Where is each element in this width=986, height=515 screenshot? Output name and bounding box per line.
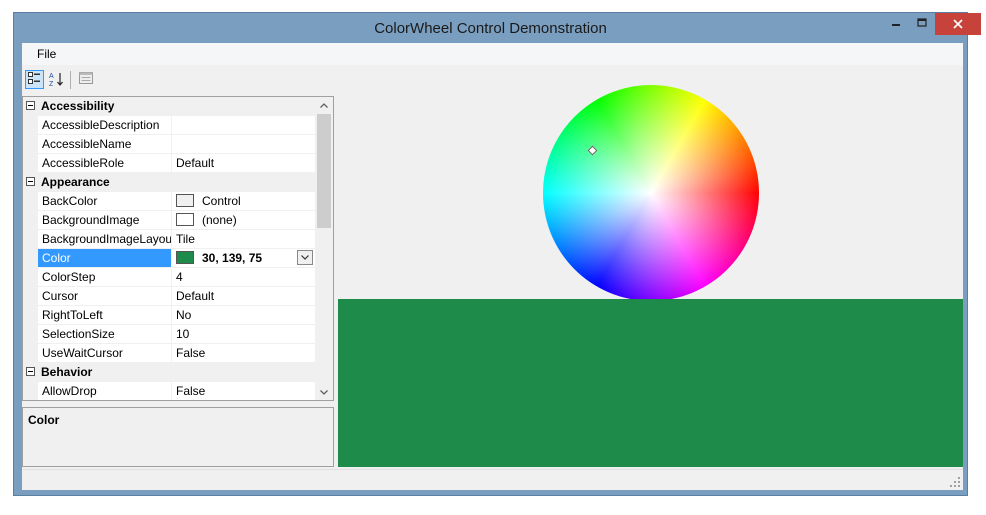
back-color-swatch	[176, 194, 194, 208]
property-name: SelectionSize	[23, 325, 171, 343]
color-dropdown-button[interactable]	[297, 250, 313, 265]
app-window: ColorWheel Control Demonstration File A …	[13, 12, 981, 496]
property-name: AccessibleDescription	[23, 116, 171, 134]
property-name: RightToLeft	[23, 306, 171, 324]
categorized-button[interactable]	[25, 70, 44, 89]
property-grid: Accessibility AccessibleDescription Acce…	[22, 96, 334, 401]
client-area: File A Z Accessibility AccessibleDescrip…	[22, 43, 963, 490]
alphabetical-button[interactable]: A Z	[46, 70, 65, 89]
property-value[interactable]: Default	[171, 154, 315, 172]
minimize-button[interactable]	[883, 13, 909, 35]
property-value[interactable]: Tile	[171, 230, 315, 248]
maximize-button[interactable]	[909, 13, 935, 35]
property-row-allow-drop[interactable]: AllowDrop False	[23, 382, 315, 400]
property-value: (none)	[202, 213, 237, 227]
close-icon	[953, 16, 963, 32]
close-button[interactable]	[935, 13, 981, 35]
minimize-icon	[891, 17, 901, 31]
property-value: Control	[202, 194, 241, 208]
category-behavior[interactable]: Behavior	[23, 363, 315, 382]
scroll-up-arrow-icon[interactable]	[315, 97, 333, 113]
menu-file[interactable]: File	[37, 47, 56, 61]
property-value[interactable]	[171, 135, 315, 153]
property-row-accessible-role[interactable]: AccessibleRole Default	[23, 154, 315, 173]
color-wheel[interactable]	[543, 85, 759, 301]
property-row-background-image[interactable]: BackgroundImage (none)	[23, 211, 315, 230]
sort-alphabetical-icon: A Z	[48, 71, 64, 88]
property-row-cursor[interactable]: Cursor Default	[23, 287, 315, 306]
color-swatch	[176, 251, 194, 265]
property-pages-button[interactable]	[76, 70, 95, 89]
color-preview-panel	[338, 299, 963, 467]
svg-text:Z: Z	[49, 81, 54, 87]
category-appearance[interactable]: Appearance	[23, 173, 315, 192]
property-name: UseWaitCursor	[23, 344, 171, 362]
property-name: Cursor	[23, 287, 171, 305]
property-value-container[interactable]: (none)	[171, 211, 315, 229]
property-list: Accessibility AccessibleDescription Acce…	[23, 97, 315, 400]
property-name: AllowDrop	[23, 382, 171, 400]
status-bar	[22, 469, 963, 490]
property-grid-toolbar: A Z	[22, 67, 334, 93]
property-name: BackgroundImage	[23, 211, 171, 229]
property-row-background-image-layout[interactable]: BackgroundImageLayout Tile	[23, 230, 315, 249]
property-value[interactable]: False	[171, 382, 315, 400]
category-label: Accessibility	[41, 99, 115, 113]
collapse-icon[interactable]	[26, 177, 35, 186]
property-row-selection-size[interactable]: SelectionSize 10	[23, 325, 315, 344]
category-label: Appearance	[41, 175, 110, 189]
maximize-icon	[917, 17, 927, 31]
property-row-use-wait-cursor[interactable]: UseWaitCursor False	[23, 344, 315, 363]
property-row-accessible-description[interactable]: AccessibleDescription	[23, 116, 315, 135]
property-value[interactable]: No	[171, 306, 315, 324]
window-title: ColorWheel Control Demonstration	[374, 20, 607, 37]
resize-grip-icon[interactable]	[949, 476, 961, 488]
selection-marker[interactable]	[587, 145, 598, 156]
property-pages-icon	[78, 72, 93, 87]
property-name: AccessibleName	[23, 135, 171, 153]
property-value: 30, 139, 75	[202, 251, 263, 265]
categorized-icon	[28, 71, 41, 88]
property-value[interactable]: False	[171, 344, 315, 362]
property-value[interactable]: 4	[171, 268, 315, 286]
svg-text:A: A	[49, 73, 54, 80]
property-description-panel: Color	[22, 407, 334, 467]
scroll-down-arrow-icon[interactable]	[315, 384, 333, 400]
description-title: Color	[28, 413, 60, 427]
property-row-color-step[interactable]: ColorStep 4	[23, 268, 315, 287]
property-row-accessible-name[interactable]: AccessibleName	[23, 135, 315, 154]
property-value[interactable]: 10	[171, 325, 315, 343]
chevron-down-icon	[301, 249, 309, 267]
property-name: AccessibleRole	[23, 154, 171, 172]
collapse-icon[interactable]	[26, 101, 35, 110]
property-value[interactable]: Default	[171, 287, 315, 305]
scrollbar-thumb[interactable]	[317, 114, 331, 228]
category-label: Behavior	[41, 365, 93, 379]
property-row-back-color[interactable]: BackColor Control	[23, 192, 315, 211]
property-name: BackgroundImageLayout	[23, 230, 171, 248]
property-name: BackColor	[23, 192, 171, 210]
property-grid-scrollbar[interactable]	[315, 97, 333, 400]
property-value[interactable]	[171, 116, 315, 134]
property-name: Color	[23, 249, 171, 267]
background-image-swatch	[176, 213, 194, 227]
property-value-container[interactable]: Control	[171, 192, 315, 210]
toolbar-separator	[70, 71, 71, 89]
property-value-container[interactable]: 30, 139, 75	[171, 249, 315, 267]
property-row-right-to-left[interactable]: RightToLeft No	[23, 306, 315, 325]
title-bar[interactable]: ColorWheel Control Demonstration	[14, 13, 981, 43]
collapse-icon[interactable]	[26, 367, 35, 376]
menu-bar: File	[22, 43, 963, 65]
category-accessibility[interactable]: Accessibility	[23, 97, 315, 116]
color-wheel-panel	[338, 65, 963, 301]
property-name: ColorStep	[23, 268, 171, 286]
property-row-color[interactable]: Color 30, 139, 75	[23, 249, 315, 268]
